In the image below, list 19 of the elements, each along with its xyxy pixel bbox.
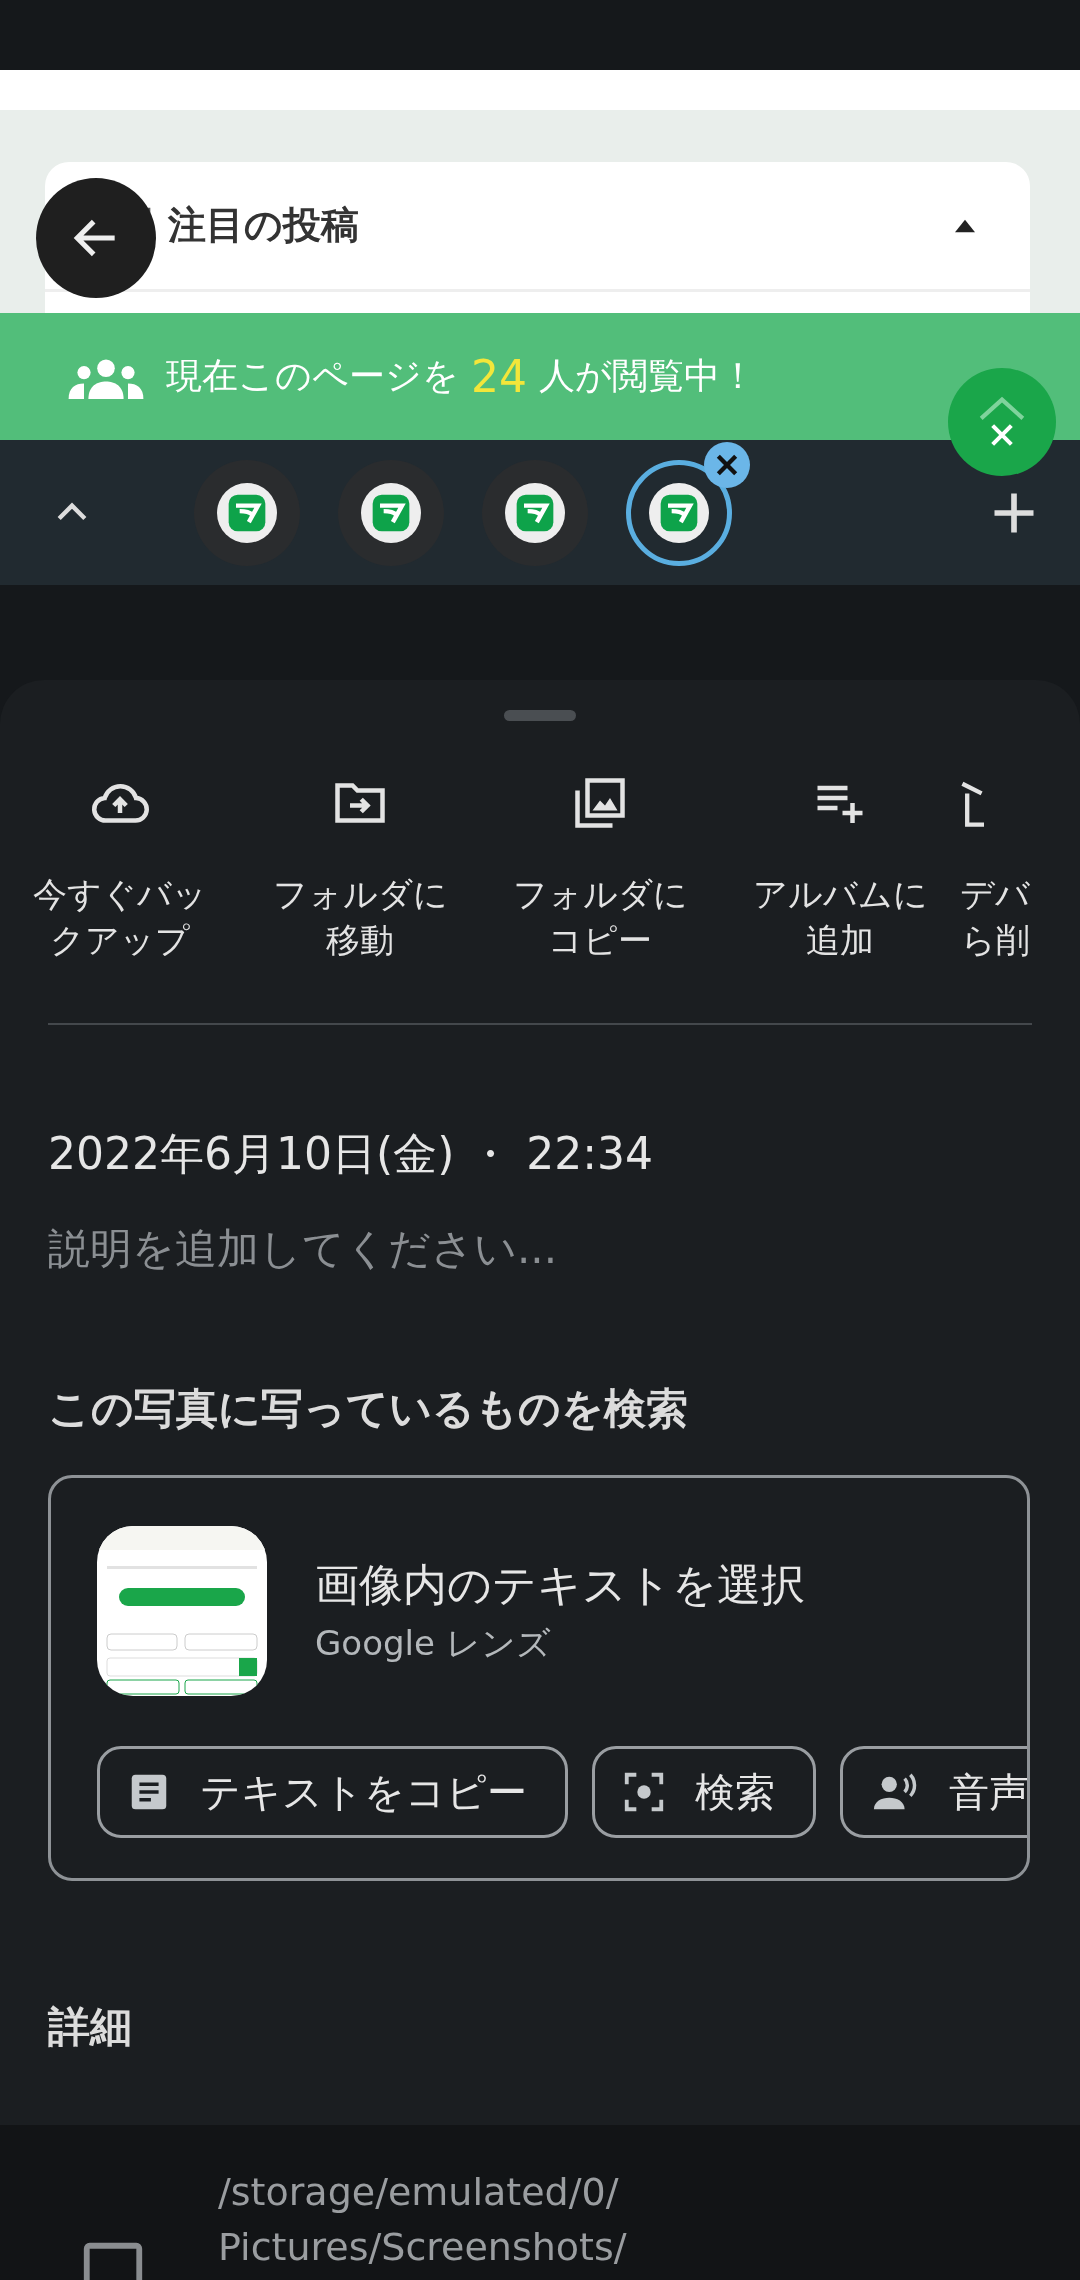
date-time: 2022年6月10日(金) ・ 22:34 [48,1127,655,1181]
action-button[interactable]: フォルダに コピー [480,773,720,983]
banner-text: 現在このページを [166,354,459,398]
action-button[interactable]: フォルダに 移動 [240,773,480,983]
viewer-count: 24 [471,351,527,402]
lens-title[interactable]: 画像内のテキストを選択 [315,1555,805,1615]
lens-chip[interactable]: 音声 [840,1746,1027,1838]
description-field[interactable]: 説明を追加してください... [48,1224,948,1273]
lens-subtitle: Google レンズ [315,1621,552,1665]
lens-chip[interactable]: 検索 [592,1746,816,1838]
lens-chip[interactable]: テキストをコピー [97,1746,568,1838]
action-button[interactable]: デバ ら削 [960,773,1040,983]
section-heading: 詳細 [48,2001,133,2053]
card-title: 注目の投稿 [168,202,360,249]
banner-text: 人が閲覧中！ [539,354,756,398]
section-heading: この写真に写っているものを検索 [48,1383,689,1435]
file-path: /storage/emulated/0/ Pictures/Screenshots/ [218,2169,627,2271]
action-button[interactable]: アルバムに 追加 [720,773,960,983]
action-button[interactable]: 今すぐバッ クアップ [0,773,240,983]
